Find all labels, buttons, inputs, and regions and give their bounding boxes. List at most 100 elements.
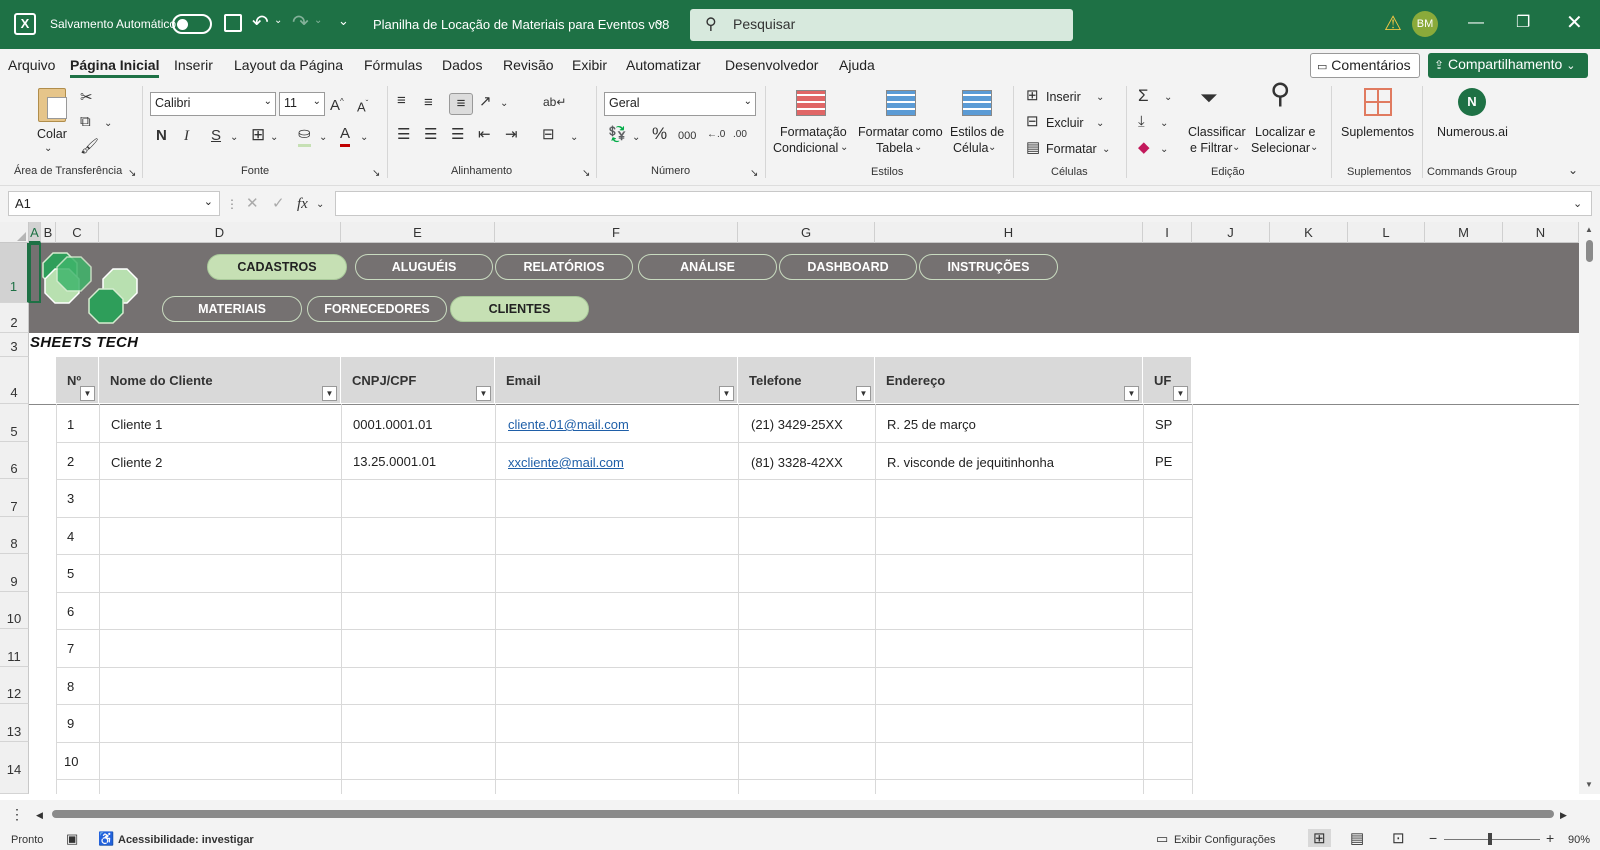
align-right-icon[interactable]: ☰ <box>451 125 464 145</box>
confirm-entry-icon[interactable]: ✓ <box>272 194 285 214</box>
numerous-ai-label[interactable]: Numerous.ai <box>1437 124 1508 140</box>
minimize-icon[interactable]: — <box>1468 14 1484 32</box>
table-cell[interactable]: (21) 3429-25XX <box>751 417 843 432</box>
filter-dropdown-icon[interactable]: ▼ <box>80 386 95 401</box>
align-center-icon[interactable]: ☰ <box>424 125 437 145</box>
format-as-table-label-2[interactable]: Tabela <box>876 140 913 156</box>
column-header-k[interactable]: K <box>1270 222 1348 243</box>
menu-item-ajuda[interactable]: Ajuda <box>839 57 875 73</box>
warning-icon[interactable]: ⚠ <box>1384 11 1402 36</box>
align-top-icon[interactable]: ≡ <box>397 91 406 111</box>
table-cell[interactable]: Cliente 1 <box>111 417 162 432</box>
table-cell[interactable]: 8 <box>67 679 74 694</box>
avatar[interactable]: BM <box>1412 11 1438 37</box>
numerous-ai-icon[interactable]: N <box>1458 88 1486 116</box>
horizontal-scroll-thumb[interactable] <box>52 810 1554 818</box>
menu-item-exibir[interactable]: Exibir <box>572 57 607 73</box>
zoom-in-icon[interactable]: + <box>1546 830 1554 846</box>
table-cell[interactable]: PE <box>1155 454 1172 469</box>
undo-icon[interactable]: ↶ <box>252 10 269 35</box>
alignment-launcher-icon[interactable]: ↘ <box>582 164 590 184</box>
menu-item-desenvolvedor[interactable]: Desenvolvedor <box>725 57 818 73</box>
insert-cells-icon[interactable]: ⊞ <box>1026 86 1039 106</box>
accessibility-status[interactable]: Acessibilidade: investigar <box>118 834 254 846</box>
menu-item-layout[interactable]: Layout da Página <box>234 57 343 73</box>
fill-color-icon[interactable]: ⛀ <box>298 124 311 147</box>
row-header-14[interactable]: 14 <box>0 742 29 794</box>
filter-dropdown-icon[interactable]: ▼ <box>719 386 734 401</box>
sort-filter-label-2[interactable]: e Filtrar <box>1190 140 1232 156</box>
quick-access-menu-icon[interactable]: ⌄ <box>338 13 349 29</box>
display-settings-button[interactable]: Exibir Configurações <box>1174 834 1276 846</box>
underline-button[interactable]: S <box>211 126 221 146</box>
column-header-i[interactable]: I <box>1143 222 1192 243</box>
undo-dropdown-icon[interactable]: ⌄ <box>274 15 282 26</box>
borders-dropdown-icon[interactable]: ⌄ <box>270 128 278 148</box>
row-header-3[interactable]: 3 <box>0 333 29 357</box>
zoom-out-icon[interactable]: − <box>1429 830 1437 846</box>
format-cells-dropdown-icon[interactable]: ⌄ <box>1102 140 1110 160</box>
cell-styles-label-2[interactable]: Célula <box>953 140 988 156</box>
bold-button[interactable]: N <box>156 126 167 146</box>
cell-styles-dropdown-icon[interactable]: ⌄ <box>988 138 996 158</box>
merge-center-icon[interactable]: ⊟ <box>542 125 555 145</box>
orientation-icon[interactable]: ↗ <box>479 92 492 112</box>
decrease-font-icon[interactable]: Aˇ <box>357 94 368 117</box>
normal-view-icon[interactable]: ⊞ <box>1308 829 1331 847</box>
insert-function-button[interactable]: fx <box>297 194 308 214</box>
row-header-8[interactable]: 8 <box>0 517 29 554</box>
collapse-ribbon-icon[interactable]: ⌄ <box>1568 160 1578 180</box>
format-as-table-label-1[interactable]: Formatar como <box>858 124 943 140</box>
table-dropdown-icon[interactable]: ⌄ <box>914 138 922 158</box>
filter-dropdown-icon[interactable]: ▼ <box>1173 386 1188 401</box>
cancel-entry-icon[interactable]: ✕ <box>246 194 259 214</box>
name-box[interactable]: A1 ⌄ <box>8 191 220 216</box>
filter-dropdown-icon[interactable]: ▼ <box>1124 386 1139 401</box>
underline-dropdown-icon[interactable]: ⌄ <box>230 128 238 148</box>
table-cell[interactable]: 2 <box>67 454 74 469</box>
format-cells-icon[interactable]: ▤ <box>1026 138 1040 158</box>
fx-dropdown-icon[interactable]: ⌄ <box>316 195 324 215</box>
merge-dropdown-icon[interactable]: ⌄ <box>570 128 578 148</box>
row-header-13[interactable]: 13 <box>0 704 29 742</box>
table-cell[interactable]: Cliente 2 <box>111 455 162 470</box>
close-icon[interactable]: ✕ <box>1566 10 1583 35</box>
orientation-dropdown-icon[interactable]: ⌄ <box>500 94 508 114</box>
delete-cells-label[interactable]: Excluir <box>1046 115 1084 131</box>
table-cell[interactable]: (81) 3328-42XX <box>751 455 843 470</box>
nav-relatorios-button[interactable]: RELATÓRIOS <box>495 254 633 280</box>
font-color-dropdown-icon[interactable]: ⌄ <box>360 128 368 148</box>
format-painter-icon[interactable]: 🖌 <box>80 137 99 157</box>
increase-indent-icon[interactable]: ⇥ <box>505 125 518 145</box>
select-all-corner[interactable] <box>0 222 29 243</box>
paste-dropdown-icon[interactable]: ⌄ <box>44 139 52 159</box>
nav-instrucoes-button[interactable]: INSTRUÇÕES <box>919 254 1058 280</box>
accessibility-icon[interactable]: ♿ <box>98 831 114 847</box>
column-header-h[interactable]: H <box>875 222 1143 243</box>
nav-fornecedores-button[interactable]: FORNECEDORES <box>307 296 447 322</box>
decrease-decimal-icon[interactable]: .00 <box>733 125 747 145</box>
title-dropdown-icon[interactable]: ⌄ <box>654 13 665 29</box>
fill-color-dropdown-icon[interactable]: ⌄ <box>319 128 327 148</box>
row-header-11[interactable]: 11 <box>0 629 29 667</box>
menu-item-dados[interactable]: Dados <box>442 57 482 73</box>
scroll-left-icon[interactable]: ◀ <box>36 805 43 825</box>
wrap-text-icon[interactable]: ab↵ <box>543 92 566 112</box>
align-middle-icon[interactable]: ≡ <box>424 93 433 113</box>
menu-item-automatizar[interactable]: Automatizar <box>626 57 701 73</box>
row-header-6[interactable]: 6 <box>0 442 29 479</box>
restore-icon[interactable]: ❐ <box>1516 12 1530 32</box>
row-header-10[interactable]: 10 <box>0 592 29 629</box>
column-header-e[interactable]: E <box>341 222 495 243</box>
align-left-icon[interactable]: ☰ <box>397 125 410 145</box>
sheet-options-icon[interactable]: ⋮ <box>10 804 24 824</box>
column-header-c[interactable]: C <box>56 222 99 243</box>
increase-font-icon[interactable]: A^ <box>330 92 344 116</box>
column-header-l[interactable]: L <box>1348 222 1425 243</box>
search-box[interactable]: ⚲ Pesquisar <box>690 9 1073 41</box>
table-cell[interactable]: 6 <box>67 604 74 619</box>
menu-item-revisao[interactable]: Revisão <box>503 57 554 73</box>
conditional-formatting-label-2[interactable]: Condicional <box>773 140 838 156</box>
save-icon[interactable] <box>224 14 242 32</box>
menu-item-formulas[interactable]: Fórmulas <box>364 57 422 73</box>
